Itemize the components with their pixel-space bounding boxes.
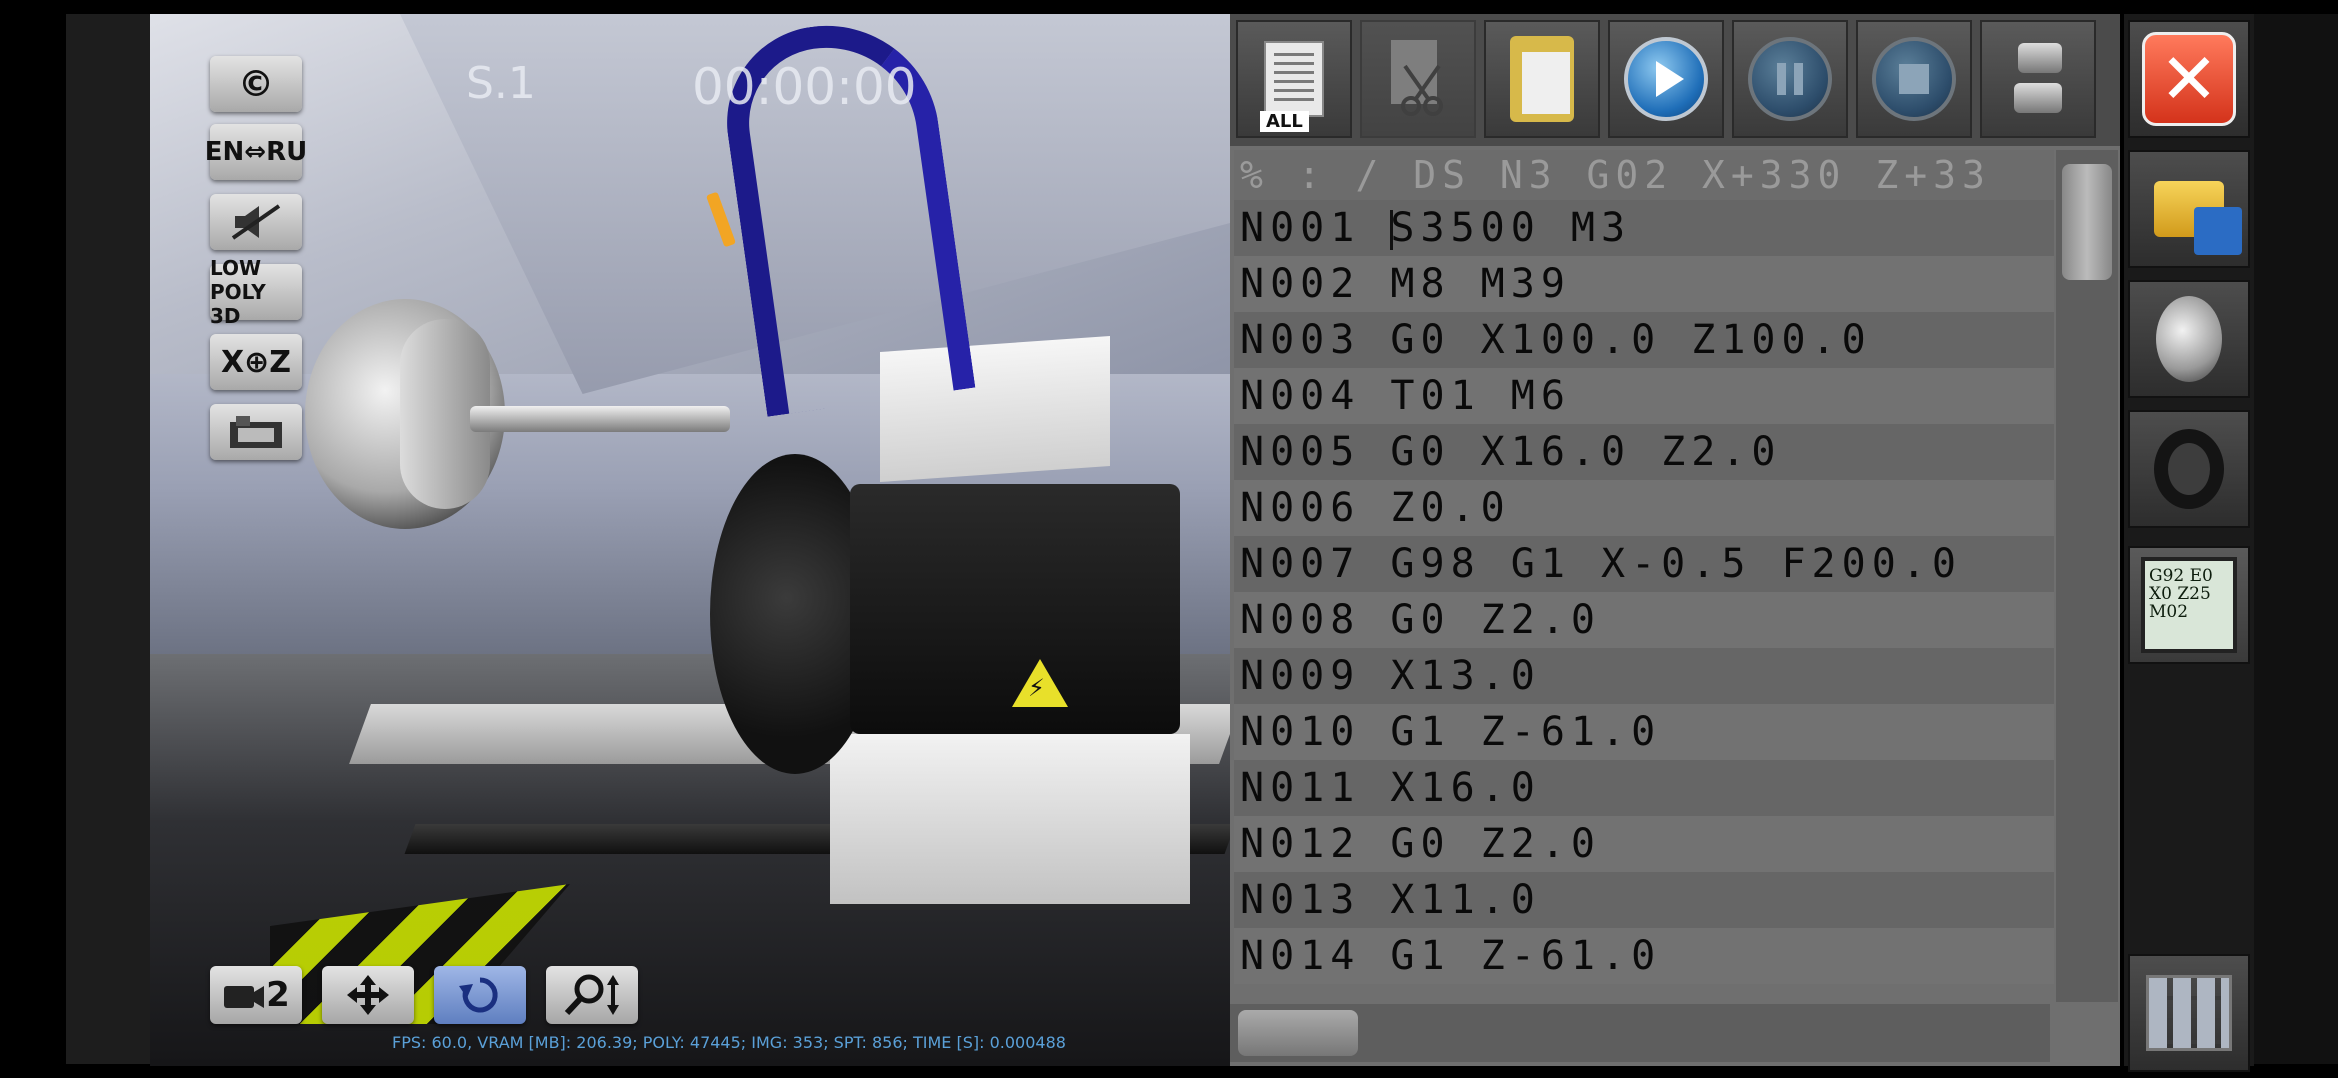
- right-sidebar: ✕ G92 E0 X0 Z25 M02: [2124, 14, 2254, 1072]
- code-line[interactable]: N006 Z0.0: [1234, 480, 2054, 536]
- performance-stats: FPS: 60.0, VRAM [MB]: 206.39; POLY: 4744…: [392, 1033, 1066, 1052]
- clipboard-icon: [1510, 36, 1574, 122]
- copyright-icon: ©: [238, 63, 274, 105]
- gcode-editor: ALL %: / DS N3 G02 X+330 Z+33 N001 S350…: [1230, 14, 2120, 1066]
- scissors-icon: [1391, 40, 1443, 116]
- paste-button[interactable]: [1484, 20, 1600, 138]
- 3d-viewport[interactable]: ⚡: [150, 14, 1230, 1066]
- lightning-icon: ⚡: [1028, 674, 1045, 702]
- pause-button[interactable]: [1732, 20, 1848, 138]
- rotate-button[interactable]: [434, 966, 526, 1024]
- code-line[interactable]: N008 G0 Z2.0: [1234, 592, 2054, 648]
- folder-save-icon: [2154, 181, 2242, 255]
- camera-number: 2: [266, 975, 290, 1015]
- code-line[interactable]: N005 G0 X16.0 Z2.0: [1234, 424, 2054, 480]
- gcode-screen-icon: G92 E0 X0 Z25 M02: [2141, 557, 2237, 653]
- tool-setup-button[interactable]: [2128, 410, 2250, 528]
- select-all-button[interactable]: ALL: [1236, 20, 1352, 138]
- xz-axis-button[interactable]: X⊕Z: [210, 334, 302, 390]
- machine-view-button[interactable]: [210, 404, 302, 460]
- code-line[interactable]: N002 M8 M39: [1234, 256, 2054, 312]
- timer-label: 00:00:00: [692, 58, 917, 116]
- pan-button[interactable]: [322, 966, 414, 1024]
- cut-button[interactable]: [1360, 20, 1476, 138]
- camera-icon: [224, 986, 265, 1008]
- vertical-scroll-thumb[interactable]: [2062, 164, 2112, 280]
- code-area[interactable]: % : / DS N3 G02 X+330 Z+33 N001 S3500 M3…: [1234, 150, 2054, 1002]
- program-editor-button[interactable]: G92 E0 X0 Z25 M02: [2128, 546, 2250, 664]
- left-frame: [66, 14, 150, 1064]
- carriage: [830, 734, 1190, 904]
- line-code: S3500 M3: [1390, 205, 1632, 251]
- rotate-icon: [459, 977, 498, 1013]
- keypad-button[interactable]: [2128, 954, 2250, 1072]
- code-line[interactable]: N001 S3500 M3: [1234, 200, 2054, 256]
- line-number: N001: [1240, 205, 1361, 251]
- zoom-button[interactable]: [546, 966, 638, 1024]
- copyright-button[interactable]: ©: [210, 56, 302, 112]
- play-button[interactable]: [1608, 20, 1724, 138]
- play-icon: [1624, 37, 1708, 121]
- camera-button[interactable]: 2: [210, 966, 302, 1024]
- code-line[interactable]: N007 G98 G1 X-0.5 F200.0: [1234, 536, 2054, 592]
- language-label: EN⇔RU: [204, 137, 308, 167]
- tools-button[interactable]: [1980, 20, 2096, 138]
- horizontal-scroll-thumb[interactable]: [1238, 1010, 1358, 1056]
- code-line[interactable]: N011 X16.0: [1234, 760, 2054, 816]
- chuck-icon: [2156, 296, 2222, 382]
- mute-icon: [231, 204, 281, 240]
- close-icon: ✕: [2142, 32, 2236, 126]
- all-label: ALL: [1260, 111, 1309, 132]
- app-screen: ⚡ S.1 00:00:00 © EN⇔RU LOW POLY 3D X⊕Z 2: [0, 0, 2338, 1078]
- documents-icon: [1264, 41, 1324, 117]
- lowpoly-3d-button[interactable]: LOW POLY 3D: [210, 256, 302, 328]
- close-button[interactable]: ✕: [2128, 20, 2250, 138]
- horizontal-scrollbar[interactable]: [1230, 1004, 2050, 1062]
- language-button[interactable]: EN⇔RU: [205, 124, 307, 180]
- zoom-icon: [564, 974, 619, 1016]
- code-line[interactable]: N009 X13.0: [1234, 648, 2054, 704]
- open-save-button[interactable]: [2128, 150, 2250, 268]
- machine-icon: [230, 416, 282, 448]
- code-line[interactable]: N014 G1 Z-61.0: [1234, 928, 2054, 984]
- workpiece-setup-button[interactable]: [2128, 280, 2250, 398]
- code-line[interactable]: N003 G0 X100.0 Z100.0: [1234, 312, 2054, 368]
- lowpoly-label: LOW POLY 3D: [210, 256, 266, 328]
- mute-button[interactable]: [210, 194, 302, 250]
- xz-label: X⊕Z: [220, 344, 292, 380]
- code-line[interactable]: N010 G1 Z-61.0: [1234, 704, 2054, 760]
- editor-toolbar: ALL: [1230, 14, 2120, 146]
- spindle-label: S.1: [466, 58, 536, 109]
- workpiece: [470, 406, 730, 432]
- pause-icon: [1748, 37, 1832, 121]
- vertical-scrollbar[interactable]: [2056, 150, 2118, 1002]
- code-line[interactable]: N012 G0 Z2.0: [1234, 816, 2054, 872]
- move-arrows-icon: [347, 975, 389, 1015]
- stop-button[interactable]: [1856, 20, 1972, 138]
- tool-ring-icon: [2154, 429, 2224, 509]
- keypad-icon: [2146, 975, 2232, 1051]
- code-format-header: % : / DS N3 G02 X+330 Z+33: [1234, 150, 2054, 200]
- code-line[interactable]: N013 X11.0: [1234, 872, 2054, 928]
- right-frame: [2254, 14, 2338, 1064]
- tool-holders-icon: [2008, 39, 2068, 119]
- stop-icon: [1872, 37, 1956, 121]
- code-line[interactable]: N004 T01 M6: [1234, 368, 2054, 424]
